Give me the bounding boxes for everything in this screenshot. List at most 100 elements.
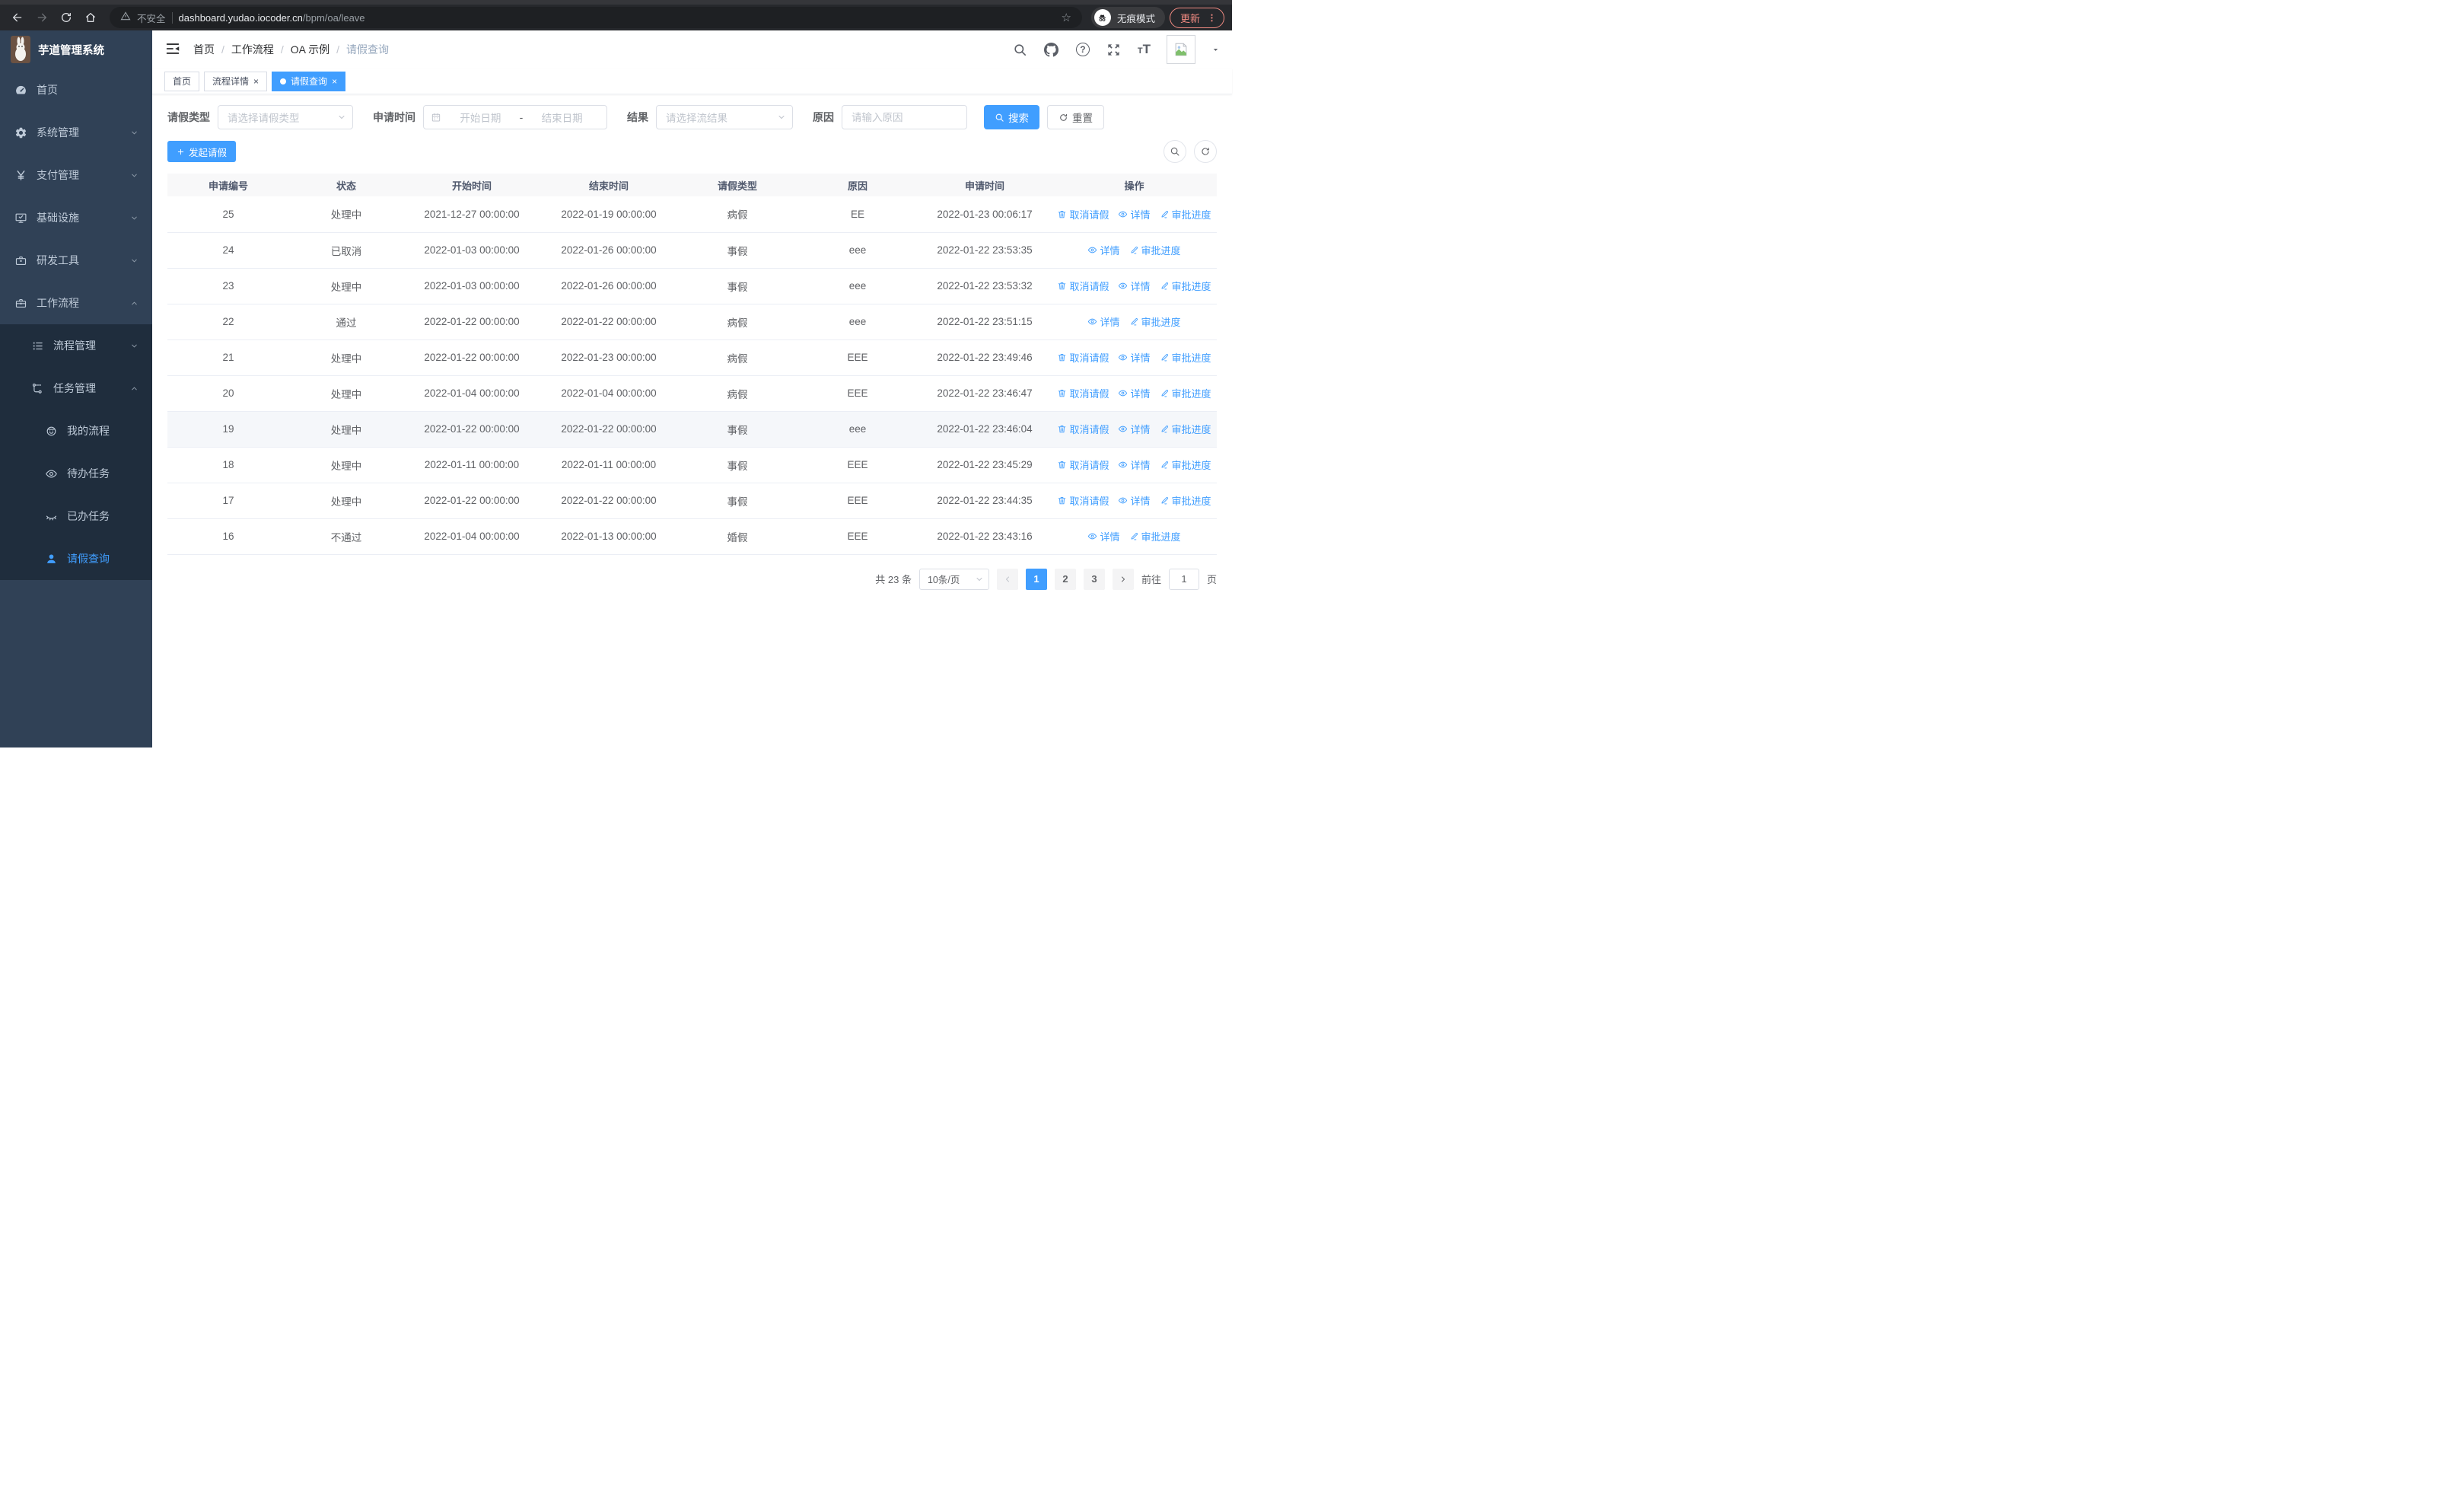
sidebar-item-home[interactable]: 首页 <box>0 69 152 111</box>
leave-type-select[interactable]: 请选择请假类型 <box>218 105 353 129</box>
chevron-down-icon <box>130 129 138 137</box>
column-operations: 操作 <box>1052 174 1217 196</box>
sidebar-menu: 首页 系统管理 支付管理 基础设施 研发工具 工作流程 流程管理 任务管理 我的… <box>0 69 152 580</box>
approval-progress-link[interactable]: 审批进度 <box>1160 493 1211 508</box>
cancel-leave-link[interactable]: 取消请假 <box>1057 350 1109 365</box>
table-header-row: 申请编号 状态 开始时间 结束时间 请假类型 原因 申请时间 操作 <box>167 174 1217 196</box>
sidebar-item-system[interactable]: 系统管理 <box>0 111 152 154</box>
sidebar-item-workflow[interactable]: 工作流程 <box>0 282 152 324</box>
next-page-button[interactable] <box>1112 568 1134 590</box>
eye-icon <box>1119 282 1128 289</box>
sidebar-item-my-process[interactable]: 我的流程 <box>0 410 152 452</box>
update-button[interactable]: 更新 <box>1169 7 1224 28</box>
approval-progress-link[interactable]: 审批进度 <box>1160 457 1211 472</box>
detail-link[interactable]: 详情 <box>1118 493 1151 508</box>
cancel-leave-link[interactable]: 取消请假 <box>1057 457 1109 472</box>
search-button[interactable]: 搜索 <box>984 105 1039 129</box>
tab-leave-query[interactable]: 请假查询 <box>272 71 346 91</box>
chevron-down-icon[interactable] <box>1211 46 1220 54</box>
sidebar-item-process-management[interactable]: 流程管理 <box>0 324 152 367</box>
reload-button[interactable] <box>56 8 76 27</box>
cell-operations: 取消请假 详情 审批进度 <box>1052 196 1217 233</box>
approval-progress-link[interactable]: 审批进度 <box>1160 350 1211 365</box>
close-tab-icon[interactable] <box>253 76 259 87</box>
detail-link[interactable]: 详情 <box>1118 207 1151 222</box>
collapse-sidebar-button[interactable] <box>164 40 183 59</box>
sidebar-item-leave-query[interactable]: 请假查询 <box>0 537 152 580</box>
sidebar-item-payment[interactable]: 支付管理 <box>0 154 152 196</box>
forward-button[interactable] <box>32 8 52 27</box>
show-search-button[interactable] <box>1164 140 1186 163</box>
eye-icon <box>1119 497 1128 504</box>
cancel-leave-link[interactable]: 取消请假 <box>1057 493 1109 508</box>
sidebar-item-infrastructure[interactable]: 基础设施 <box>0 196 152 239</box>
tab-process-detail[interactable]: 流程详情 <box>204 71 268 91</box>
breadcrumb-item-home[interactable]: 首页 <box>193 42 231 57</box>
sidebar-item-dev-tools[interactable]: 研发工具 <box>0 239 152 282</box>
approval-progress-link[interactable]: 审批进度 <box>1129 529 1181 543</box>
sidebar-item-done-tasks[interactable]: 已办任务 <box>0 495 152 537</box>
incognito-badge: 无痕模式 <box>1090 7 1165 28</box>
trash-icon <box>1059 389 1066 397</box>
cell-type: 病假 <box>677 339 797 376</box>
active-tab-dot <box>280 78 287 84</box>
menu-kebab-icon[interactable] <box>1207 13 1217 23</box>
table-body: 25 处理中 2021-12-27 00:00:00 2022-01-19 00:00… <box>167 196 1217 555</box>
cancel-leave-link[interactable]: 取消请假 <box>1057 279 1109 293</box>
search-icon[interactable] <box>1013 42 1028 57</box>
prev-page-button[interactable] <box>996 568 1018 590</box>
home-button[interactable] <box>81 8 100 27</box>
approval-progress-link[interactable]: 审批进度 <box>1129 243 1181 257</box>
font-size-icon[interactable] <box>1138 42 1151 57</box>
cancel-leave-link[interactable]: 取消请假 <box>1057 207 1109 222</box>
approval-progress-link[interactable]: 审批进度 <box>1160 422 1211 436</box>
detail-link[interactable]: 详情 <box>1087 314 1120 329</box>
cancel-leave-link[interactable]: 取消请假 <box>1057 422 1109 436</box>
approval-progress-link[interactable]: 审批进度 <box>1160 386 1211 400</box>
page-button-2[interactable]: 2 <box>1054 568 1076 590</box>
create-leave-button[interactable]: 发起请假 <box>167 141 237 162</box>
detail-link[interactable]: 详情 <box>1118 350 1151 365</box>
tab-home[interactable]: 首页 <box>164 71 200 91</box>
approval-progress-link[interactable]: 审批进度 <box>1160 279 1211 293</box>
sidebar-item-todo-tasks[interactable]: 待办任务 <box>0 452 152 495</box>
detail-link[interactable]: 详情 <box>1118 279 1151 293</box>
detail-link[interactable]: 详情 <box>1087 529 1120 543</box>
user-icon <box>44 553 58 566</box>
close-tab-icon[interactable] <box>332 76 337 87</box>
page-size-select[interactable]: 10条/页 <box>918 568 989 590</box>
address-bar[interactable]: 不安全 dashboard.yudao.iocoder.cn/bpm/oa/le… <box>110 7 1082 28</box>
incognito-label: 无痕模式 <box>1116 13 1155 24</box>
breadcrumb-item-workflow[interactable]: 工作流程 <box>231 42 291 57</box>
avatar[interactable] <box>1167 35 1195 64</box>
detail-link[interactable]: 详情 <box>1118 386 1151 400</box>
result-select[interactable]: 请选择流结果 <box>656 105 793 129</box>
reason-input[interactable] <box>842 105 967 129</box>
pen-icon <box>1131 247 1138 254</box>
page-button-1[interactable]: 1 <box>1025 568 1047 590</box>
detail-link[interactable]: 详情 <box>1087 243 1120 257</box>
detail-link[interactable]: 详情 <box>1118 457 1151 472</box>
cell-reason: eee <box>797 411 918 448</box>
page-button-3[interactable]: 3 <box>1083 568 1105 590</box>
cell-id: 19 <box>167 411 289 448</box>
eye-icon <box>1088 247 1097 253</box>
github-icon[interactable] <box>1044 42 1059 57</box>
apply-time-range-picker[interactable]: 开始日期 - 结束日期 <box>423 105 607 129</box>
approval-progress-link[interactable]: 审批进度 <box>1129 314 1181 329</box>
bookmark-star-icon[interactable] <box>1062 11 1071 24</box>
eye-icon <box>1119 390 1128 397</box>
breadcrumb-item-oa-example[interactable]: OA 示例 <box>291 42 346 57</box>
logo-image <box>11 36 30 63</box>
back-button[interactable] <box>8 8 27 27</box>
goto-page-input[interactable] <box>1168 568 1199 590</box>
reset-button[interactable]: 重置 <box>1047 105 1104 129</box>
cell-type: 病假 <box>677 375 797 412</box>
cancel-leave-link[interactable]: 取消请假 <box>1057 386 1109 400</box>
approval-progress-link[interactable]: 审批进度 <box>1160 207 1211 222</box>
detail-link[interactable]: 详情 <box>1118 422 1151 436</box>
sidebar-item-task-management[interactable]: 任务管理 <box>0 367 152 410</box>
help-icon[interactable] <box>1075 42 1090 57</box>
fullscreen-icon[interactable] <box>1106 42 1122 57</box>
refresh-table-button[interactable] <box>1194 140 1217 163</box>
